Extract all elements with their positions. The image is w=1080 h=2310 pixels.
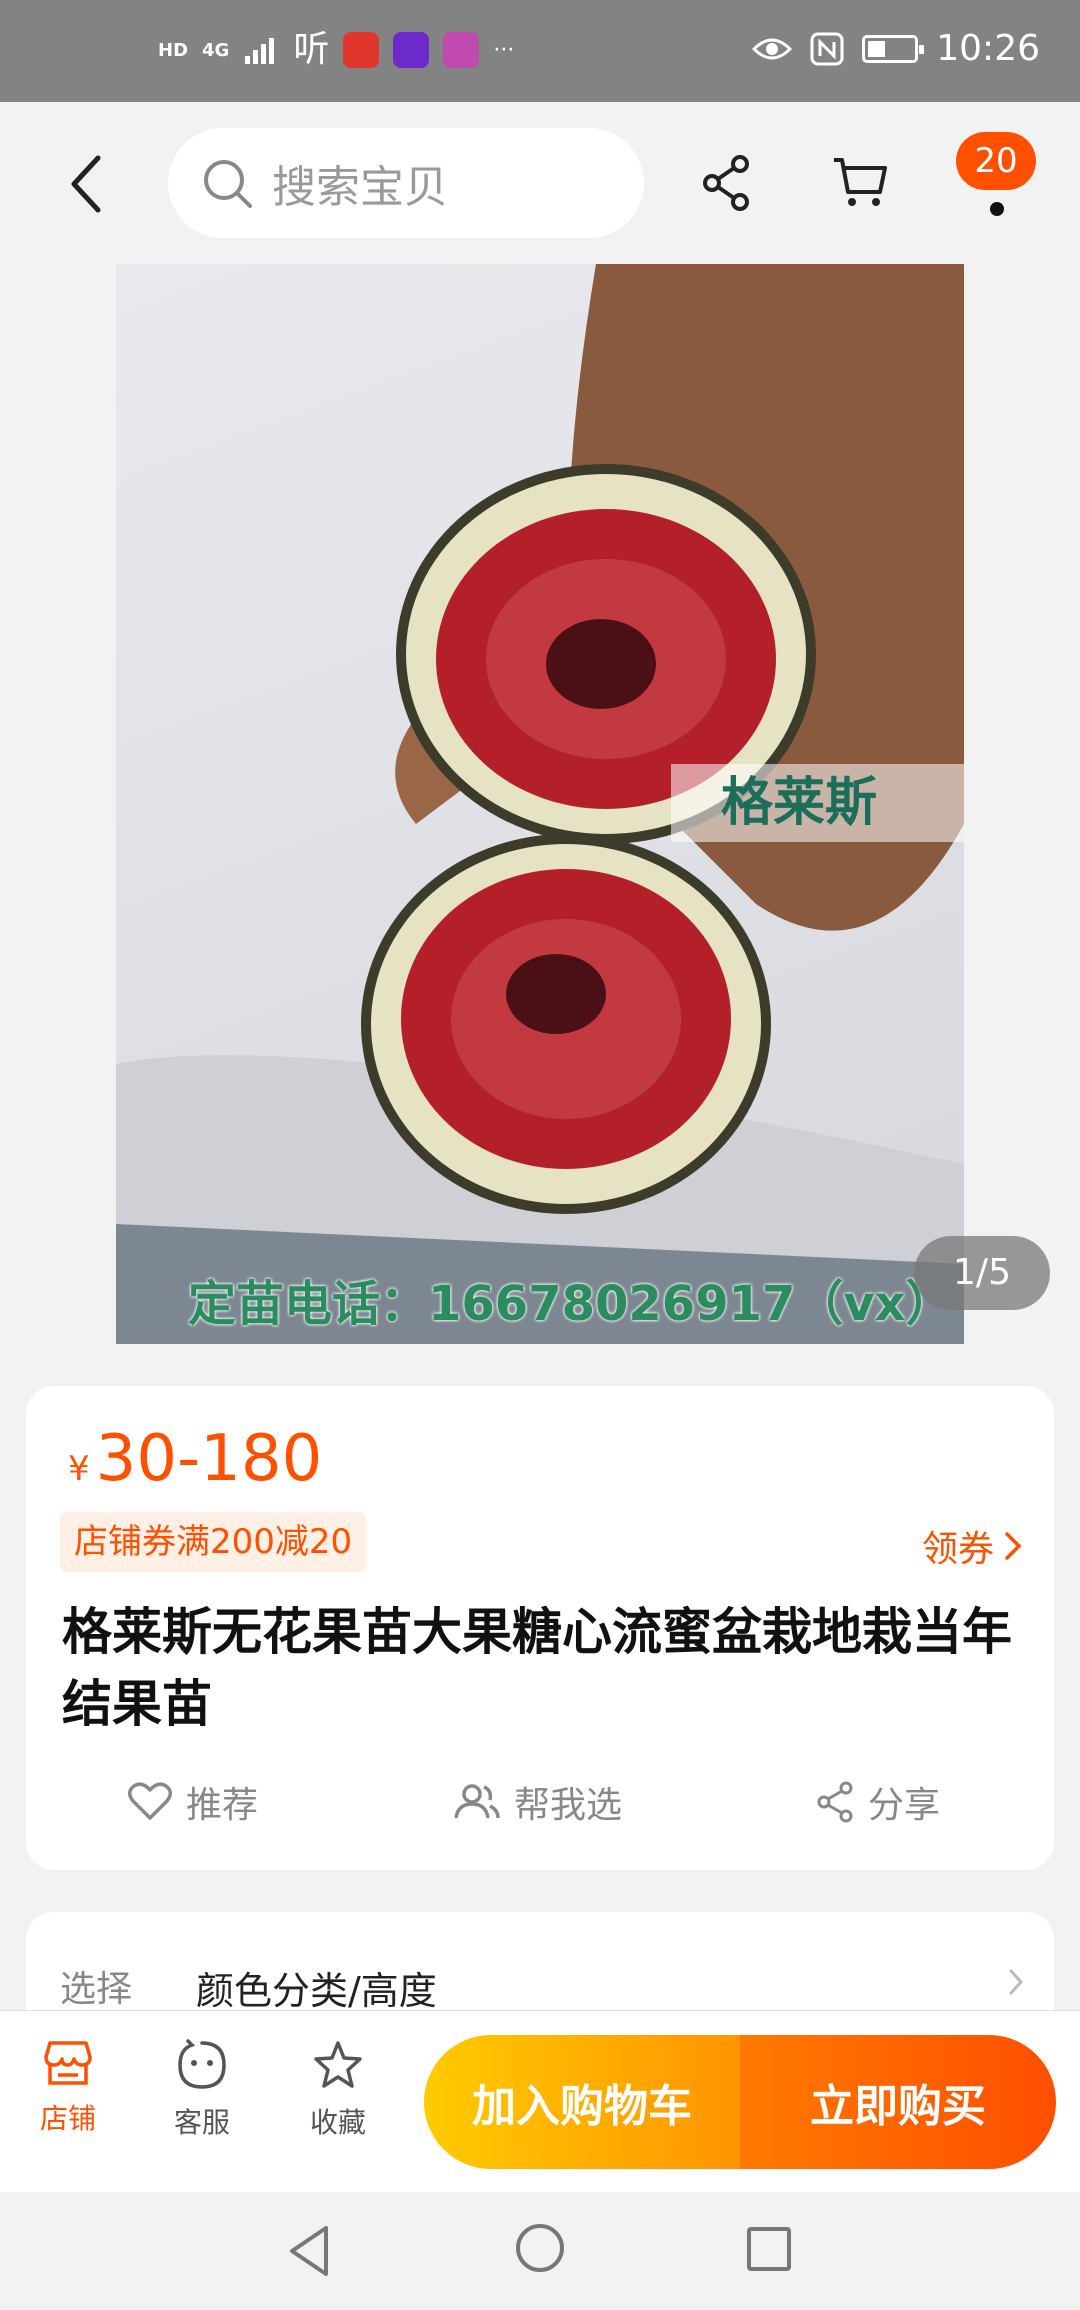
back-icon[interactable]	[60, 152, 116, 216]
service-label: 客服	[173, 2106, 230, 2139]
share-label: 分享	[868, 1785, 941, 1826]
ting-app-icon: 听	[293, 29, 330, 70]
people-icon	[454, 1784, 500, 1819]
signal-icon	[245, 38, 275, 64]
select-value: 颜色分类/高度	[196, 1969, 437, 2013]
status-icons-left: HD 4G 听 ···	[158, 30, 514, 70]
message-count-badge: 20	[956, 132, 1036, 190]
recommend-button[interactable]: 推荐	[128, 1776, 258, 1828]
help-me-pick-label: 帮我选	[514, 1785, 623, 1826]
variety-label: 格莱斯	[671, 764, 964, 842]
star-icon	[314, 2041, 362, 2088]
select-label: 选择	[60, 1969, 133, 2010]
currency-symbol: ¥	[68, 1449, 90, 1489]
buy-now-button[interactable]: 立即购买	[740, 2035, 1056, 2169]
product-actions: 推荐 帮我选 分享	[26, 1776, 1054, 1846]
claim-coupon-label: 领券	[921, 1529, 994, 1570]
help-me-pick-button[interactable]: 帮我选	[452, 1776, 622, 1828]
status-bar: HD 4G 听 ··· 10:26	[0, 0, 1080, 102]
claim-coupon-link[interactable]: 领券	[922, 1520, 1022, 1572]
store-tab[interactable]: 店铺	[18, 2039, 118, 2137]
hd-indicator: HD	[158, 39, 189, 61]
clock: 10:26	[936, 28, 1040, 69]
system-navigation-bar	[0, 2192, 1080, 2310]
price: ¥30-180	[68, 1422, 322, 1496]
search-bar[interactable]: 搜索宝贝	[168, 128, 644, 238]
search-icon	[204, 160, 252, 208]
recommend-label: 推荐	[186, 1785, 259, 1826]
cart-icon[interactable]	[830, 152, 890, 212]
chevron-right-icon	[1009, 1969, 1024, 1995]
video-app-icon	[393, 32, 430, 68]
share-icon[interactable]	[700, 154, 752, 212]
more-dots-icon	[990, 202, 1004, 216]
top-navigation: 搜索宝贝 20	[0, 102, 1080, 264]
product-info-card: ¥30-180 店铺券满200减20 领券 格莱斯无花果苗大果糖心流蜜盆栽地栽当…	[26, 1386, 1054, 1870]
heart-icon	[128, 1782, 172, 1820]
image-counter: 1/5	[914, 1236, 1050, 1310]
product-title: 格莱斯无花果苗大果糖心流蜜盆栽地栽当年结果苗	[62, 1603, 1012, 1733]
network-indicator: 4G	[202, 39, 230, 61]
bottom-action-bar: 店铺 客服 收藏 加入购物车 立即购买	[0, 2010, 1080, 2192]
favorite-label: 收藏	[309, 2106, 366, 2139]
service-tab[interactable]: 客服	[152, 2039, 252, 2141]
search-placeholder: 搜索宝贝	[272, 162, 448, 213]
share-button[interactable]: 分享	[816, 1776, 940, 1828]
status-icons-right: 10:26	[752, 28, 1040, 69]
price-value: 30-180	[95, 1422, 323, 1496]
store-icon	[44, 2041, 92, 2085]
share-small-icon	[817, 1781, 853, 1823]
more-notifications-icon: ···	[493, 37, 515, 63]
eye-comfort-icon	[752, 38, 793, 59]
phone-caption: 定苗电话：16678026917（vx）	[188, 1276, 954, 1332]
purchase-buttons: 加入购物车 立即购买	[424, 2035, 1056, 2169]
favorite-tab[interactable]: 收藏	[288, 2039, 388, 2141]
customer-service-icon	[178, 2039, 226, 2089]
messages-button[interactable]: 20	[950, 132, 1040, 242]
nav-home-icon[interactable]	[514, 2222, 566, 2274]
red-app-icon	[343, 32, 380, 68]
nav-recent-apps-icon[interactable]	[746, 2226, 792, 2272]
nfc-icon	[810, 32, 844, 65]
product-gallery[interactable]: 格莱斯 定苗电话：16678026917（vx）	[116, 264, 964, 1344]
nav-back-icon[interactable]	[286, 2224, 334, 2278]
store-coupon-tag[interactable]: 店铺券满200减20	[60, 1512, 367, 1572]
add-to-cart-button[interactable]: 加入购物车	[424, 2035, 740, 2169]
battery-icon	[862, 34, 925, 63]
chevron-right-icon	[1005, 1532, 1022, 1560]
store-label: 店铺	[39, 2102, 96, 2135]
honor-app-icon	[443, 32, 480, 68]
